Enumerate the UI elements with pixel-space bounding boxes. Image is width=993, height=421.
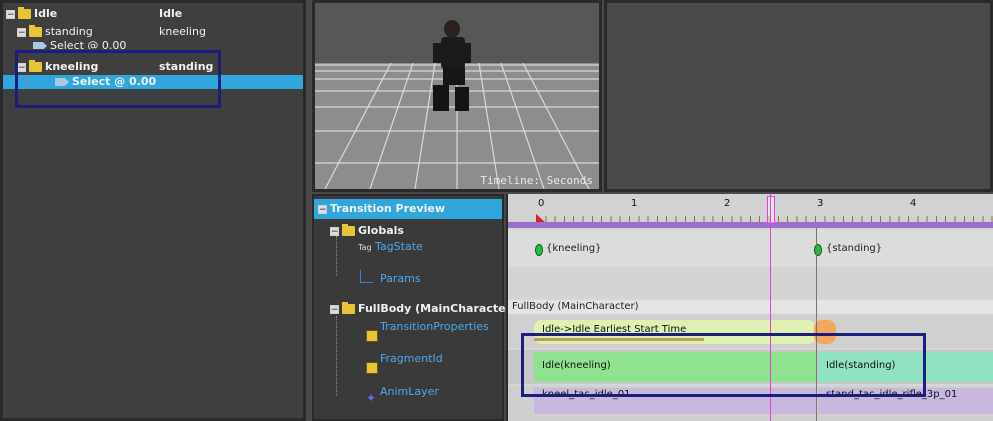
tag-kneeling-label: {kneeling} <box>546 243 602 254</box>
params-icon <box>360 270 373 283</box>
ruler-tick-label: 4 <box>910 198 917 209</box>
params-track[interactable] <box>508 268 993 298</box>
collapse-icon[interactable]: − <box>17 27 26 37</box>
tag-prefix-icon: Tag <box>358 243 372 252</box>
fragment-tree-panel: − Idle Idle − standing kneeling Select @ 0… <box>0 0 306 421</box>
fullbody-track-header: FullBody (MainCharacter) <box>508 300 993 314</box>
tree-row-standing[interactable]: − standing kneeling <box>17 25 302 39</box>
globals-label: Globals <box>358 224 404 237</box>
track-labels-panel: − Transition Preview − Globals Tag TagStat… <box>312 194 516 421</box>
folder-icon <box>342 224 355 236</box>
folder-icon <box>18 7 31 19</box>
folder-icon <box>342 302 355 314</box>
anim-layer-label[interactable]: AnimLayer <box>380 385 439 398</box>
tagstate-row[interactable]: Tag TagState <box>358 240 423 253</box>
collapse-icon[interactable]: − <box>330 304 339 314</box>
transition-preview-label: Transition Preview <box>330 202 446 215</box>
transition-properties-icon <box>366 330 378 342</box>
collapse-icon[interactable]: − <box>330 226 339 236</box>
fragment-id-icon <box>366 362 378 374</box>
anim-layer-icon: ✦ <box>366 391 377 405</box>
viewport-timeline-label: Timeline: Seconds <box>480 174 593 187</box>
params-label[interactable]: Params <box>380 272 421 285</box>
tag-key-icon[interactable] <box>535 244 543 256</box>
fullbody-label: FullBody (MainCharacter) <box>358 302 517 315</box>
ruler-range-bar <box>508 222 993 228</box>
tree-row-value: kneeling <box>159 25 206 38</box>
playhead-handle[interactable] <box>767 196 775 224</box>
folder-icon <box>29 25 42 37</box>
collapse-icon[interactable]: − <box>318 204 327 214</box>
tree-row-idle[interactable]: − Idle Idle <box>6 7 302 21</box>
selection-highlight-box <box>15 50 221 108</box>
time-ruler[interactable]: 0 1 2 3 4 <box>508 194 993 228</box>
tree-row-label: standing <box>45 25 93 38</box>
ruler-tick-label: 3 <box>817 198 824 209</box>
fragment-id-label[interactable]: FragmentId <box>380 352 443 365</box>
transition-preview-row[interactable]: − Transition Preview <box>314 199 502 219</box>
fragment-highlight-box <box>521 333 926 397</box>
empty-panel <box>604 0 993 192</box>
ruler-tick-label: 0 <box>538 198 545 209</box>
start-marker-icon <box>536 214 545 222</box>
ruler-tick-label: 2 <box>724 198 731 209</box>
tag-icon <box>33 42 47 49</box>
tag-standing-label: {standing} <box>826 243 883 254</box>
fullbody-row[interactable]: − FullBody (MainCharacter) <box>330 301 516 317</box>
tree-row-select[interactable]: Select @ 0.00 <box>33 39 302 49</box>
fullbody-header-label: FullBody (MainCharacter) <box>512 301 639 312</box>
tagstate-label: TagState <box>375 240 423 253</box>
tagstate-track[interactable]: {kneeling} {standing} <box>508 230 993 266</box>
transition-properties-label[interactable]: TransitionProperties <box>380 320 489 333</box>
preview-viewport[interactable]: Timeline: Seconds <box>312 0 602 192</box>
collapse-icon[interactable]: − <box>6 9 15 19</box>
ruler-tick-label: 1 <box>631 198 638 209</box>
tree-row-label: Idle <box>34 7 58 20</box>
tree-row-label: Select @ 0.00 <box>50 39 127 49</box>
viewport-scene <box>315 3 599 189</box>
tree-row-value: Idle <box>159 7 183 20</box>
